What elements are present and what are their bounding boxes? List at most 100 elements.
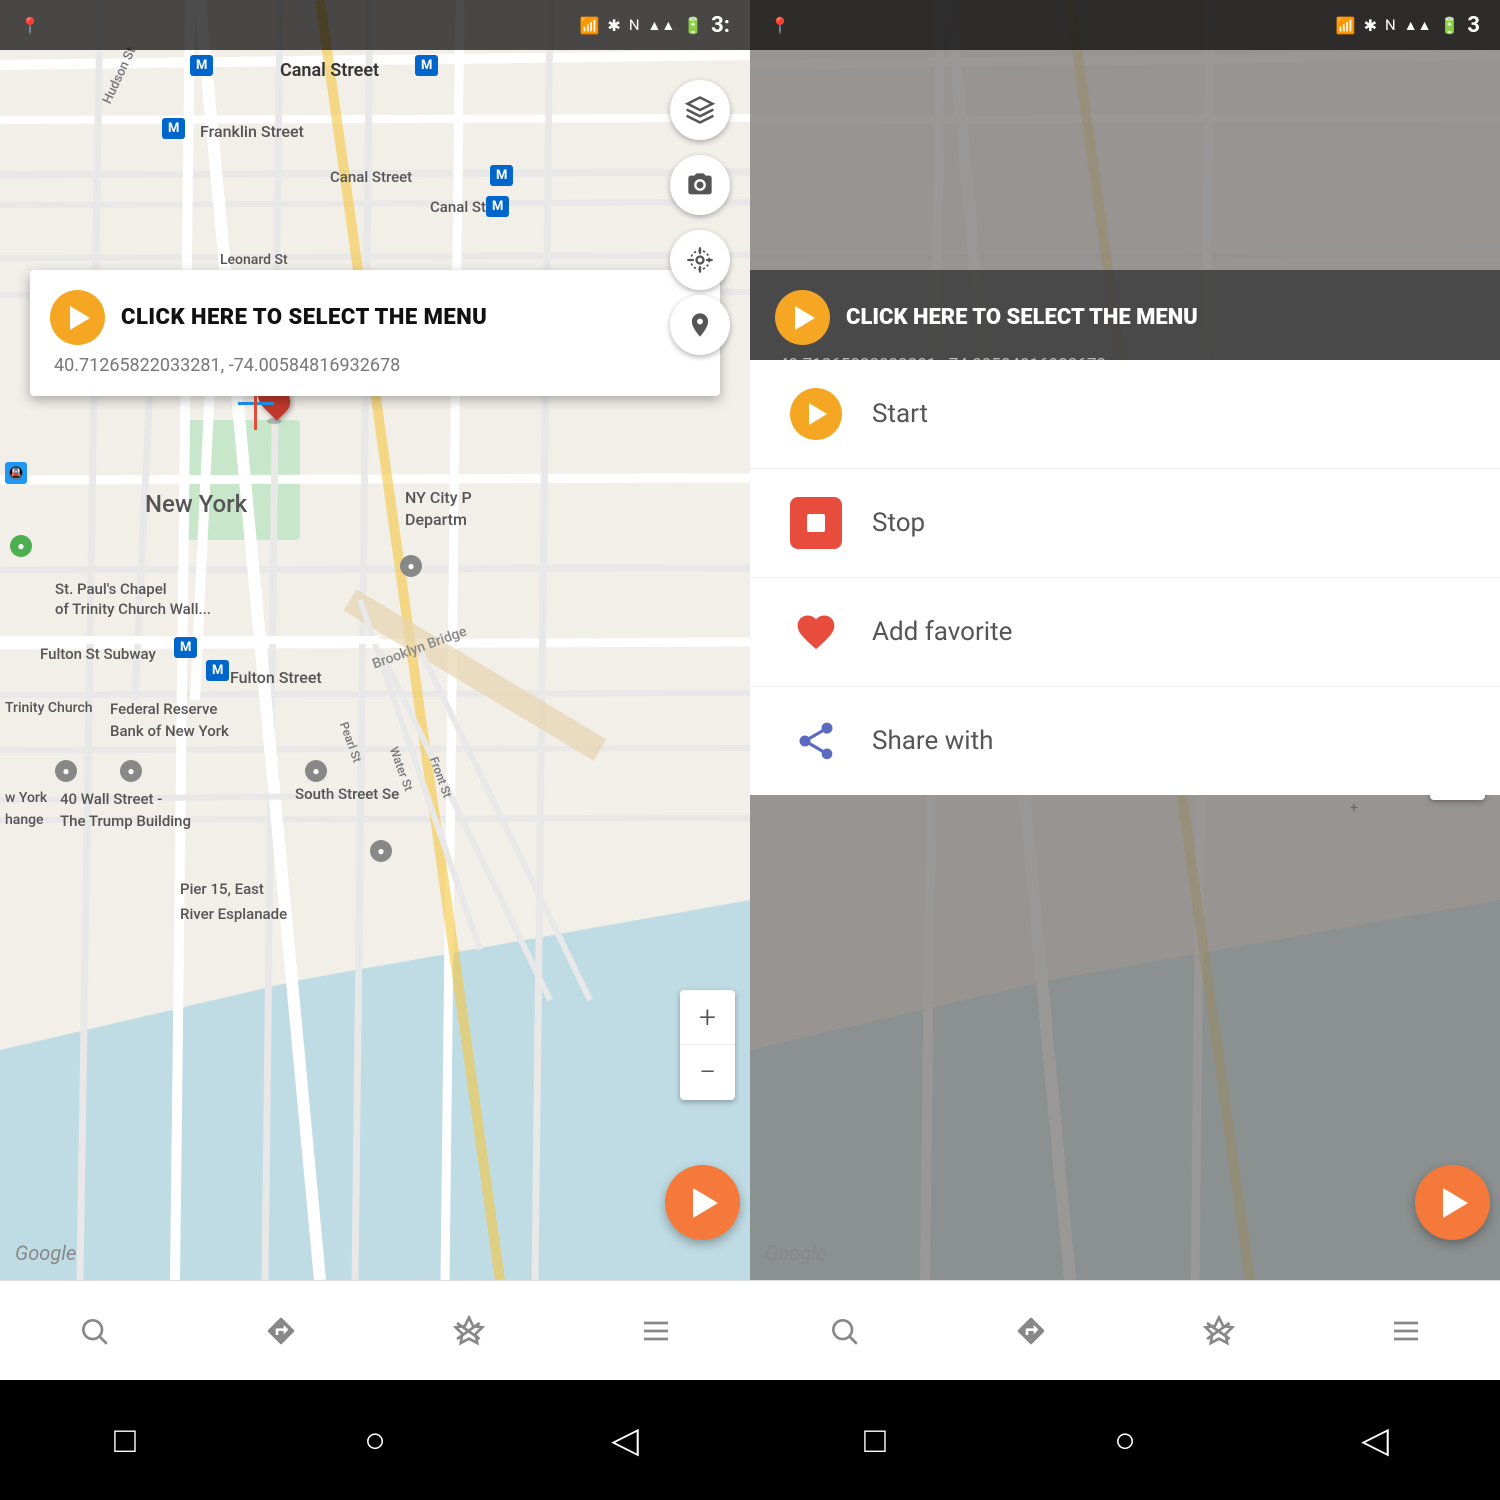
start-play-icon	[809, 403, 827, 425]
map-label-trinity-church: Trinity Church	[5, 700, 93, 716]
zoom-in-button[interactable]: +	[680, 990, 735, 1045]
status-icons-right: 📶 ✱ N ▲▲ 🔋 3	[1336, 13, 1480, 38]
nav-starred[interactable]	[429, 1291, 509, 1371]
nfc-icon: N	[629, 16, 640, 34]
google-logo: Google	[15, 1241, 76, 1265]
bluetooth-icon-r: ✱	[1364, 16, 1377, 35]
transit-m-6: M	[174, 637, 197, 658]
popup-header: CLICK HERE TO SELECT THE MENU	[50, 290, 700, 345]
map-label-canal-st: Canal St	[430, 198, 486, 216]
zoom-container: + −	[680, 990, 735, 1100]
stop-icon-circle	[790, 497, 842, 549]
bluetooth-icon: ✱	[607, 16, 620, 35]
transit-m-7: M	[206, 660, 229, 681]
android-nav-bar: □ ○ ◁ □ ○ ◁	[0, 1380, 1500, 1500]
share-icon-circle	[790, 715, 842, 767]
popup-play-btn-r[interactable]	[775, 290, 830, 345]
map-label-zoom-plus: +	[1350, 800, 1358, 816]
menu-label-share: Share with	[872, 726, 993, 756]
popup-title-r: CLICK HERE TO SELECT THE MENU	[846, 305, 1198, 330]
favorite-icon-circle	[790, 606, 842, 658]
menu-label-favorite: Add favorite	[872, 617, 1012, 647]
status-bar-right: 📍 📶 ✱ N ▲▲ 🔋 3	[750, 0, 1500, 50]
map-label-depart: Departm	[405, 510, 467, 529]
building-icon: ●	[400, 555, 422, 577]
status-time-r: 3	[1467, 13, 1480, 38]
nfc-icon-r: N	[1385, 16, 1396, 34]
map-label-hange: hange	[5, 812, 44, 828]
signal2-icon: ▲▲	[648, 17, 676, 34]
subway-icon-left: 🚇	[5, 462, 27, 484]
android-square-btn-left[interactable]: □	[75, 1419, 175, 1461]
nav-starred-r[interactable]	[1179, 1291, 1259, 1371]
nav-menu-r[interactable]	[1366, 1291, 1446, 1371]
popup-coords: 40.71265822033281, -74.00584816932678	[50, 355, 700, 376]
nav-search[interactable]	[54, 1291, 134, 1371]
map-label-stpauls: St. Paul's Chapel	[55, 580, 167, 598]
menu-item-favorite[interactable]: Add favorite	[750, 578, 1500, 687]
map-label-leonard: Leonard St	[220, 252, 288, 268]
fab-icon-r	[1443, 1188, 1468, 1218]
map-label-nycity: NY City P	[405, 488, 472, 507]
location-pin-icon-r: 📍	[770, 16, 790, 35]
zoom-out-button[interactable]: −	[680, 1045, 735, 1100]
map-label-fulton-subway: Fulton St Subway	[40, 645, 156, 663]
bottom-nav-right	[750, 1280, 1500, 1380]
nav-directions[interactable]	[241, 1291, 321, 1371]
battery-icon: 🔋	[683, 16, 703, 35]
map-label-canal-street: Canal Street	[280, 60, 379, 81]
crosshair-vertical	[254, 390, 257, 430]
map-label-nyork: w York	[5, 790, 47, 806]
nav-directions-r[interactable]	[991, 1291, 1071, 1371]
map-label-franklin: Franklin Street	[200, 122, 304, 141]
android-square-btn-right[interactable]: □	[825, 1419, 925, 1461]
map-label-pier15: Pier 15, East	[180, 880, 264, 898]
share-icon	[794, 719, 838, 763]
android-nav-right: □ ○ ◁	[750, 1419, 1500, 1461]
nav-search-r[interactable]	[804, 1291, 884, 1371]
fab-play-button[interactable]	[665, 1165, 740, 1240]
transit-m-2: M	[415, 55, 438, 76]
place-icon-1: ●	[55, 760, 77, 782]
signal-icon: 📶	[580, 16, 600, 35]
menu-label-stop: Stop	[872, 508, 925, 538]
fab-r[interactable]	[1415, 1165, 1490, 1240]
popup-header-r: CLICK HERE TO SELECT THE MENU	[775, 290, 1475, 345]
location-button[interactable]	[670, 230, 730, 290]
status-right-left: 📍	[770, 16, 790, 35]
status-left-icons: 📍	[20, 16, 40, 35]
map-bottom-area: + Bank of New York South Street Se 40 Wa…	[750, 800, 1500, 1280]
pin-button[interactable]	[670, 295, 730, 355]
nav-menu[interactable]	[616, 1291, 696, 1371]
map-popup[interactable]: CLICK HERE TO SELECT THE MENU 40.7126582…	[30, 270, 720, 396]
menu-item-stop[interactable]: Stop	[750, 469, 1500, 578]
layers-button[interactable]	[670, 80, 730, 140]
android-back-btn-left[interactable]: ◁	[575, 1419, 675, 1461]
menu-label-start: Start	[872, 399, 928, 429]
menu-item-start[interactable]: Start	[750, 360, 1500, 469]
google-logo-r: Google	[765, 1241, 826, 1265]
dropdown-menu: Start Stop Add favorite	[750, 360, 1500, 795]
transit-m-1: M	[190, 55, 213, 76]
place-icon-3: ●	[305, 760, 327, 782]
transit-m-5: M	[486, 196, 509, 217]
android-circle-btn-left[interactable]: ○	[325, 1419, 425, 1461]
menu-item-share[interactable]: Share with	[750, 687, 1500, 795]
fab-play-icon	[693, 1188, 718, 1218]
play-icon	[70, 306, 90, 330]
place-icon-4: ●	[370, 840, 392, 862]
map-label-canal2: Canal Street	[330, 168, 412, 186]
transit-m-3: M	[162, 118, 185, 139]
android-back-btn-right[interactable]: ◁	[1325, 1419, 1425, 1461]
play-icon-r	[795, 306, 815, 330]
phone-screen-left: 📍 📶 ✱ N ▲▲ 🔋 3:	[0, 0, 750, 1380]
popup-play-btn[interactable]	[50, 290, 105, 345]
map-label-trump: The Trump Building	[60, 812, 191, 830]
battery-icon-r: 🔋	[1439, 16, 1459, 35]
android-nav-left: □ ○ ◁	[0, 1419, 750, 1461]
map-label-south-st: South Street Se	[295, 785, 399, 803]
photo-button[interactable]	[670, 155, 730, 215]
android-circle-btn-right[interactable]: ○	[1075, 1419, 1175, 1461]
map-label-trinity: of Trinity Church Wall...	[55, 600, 211, 618]
stop-square-icon	[807, 514, 825, 532]
